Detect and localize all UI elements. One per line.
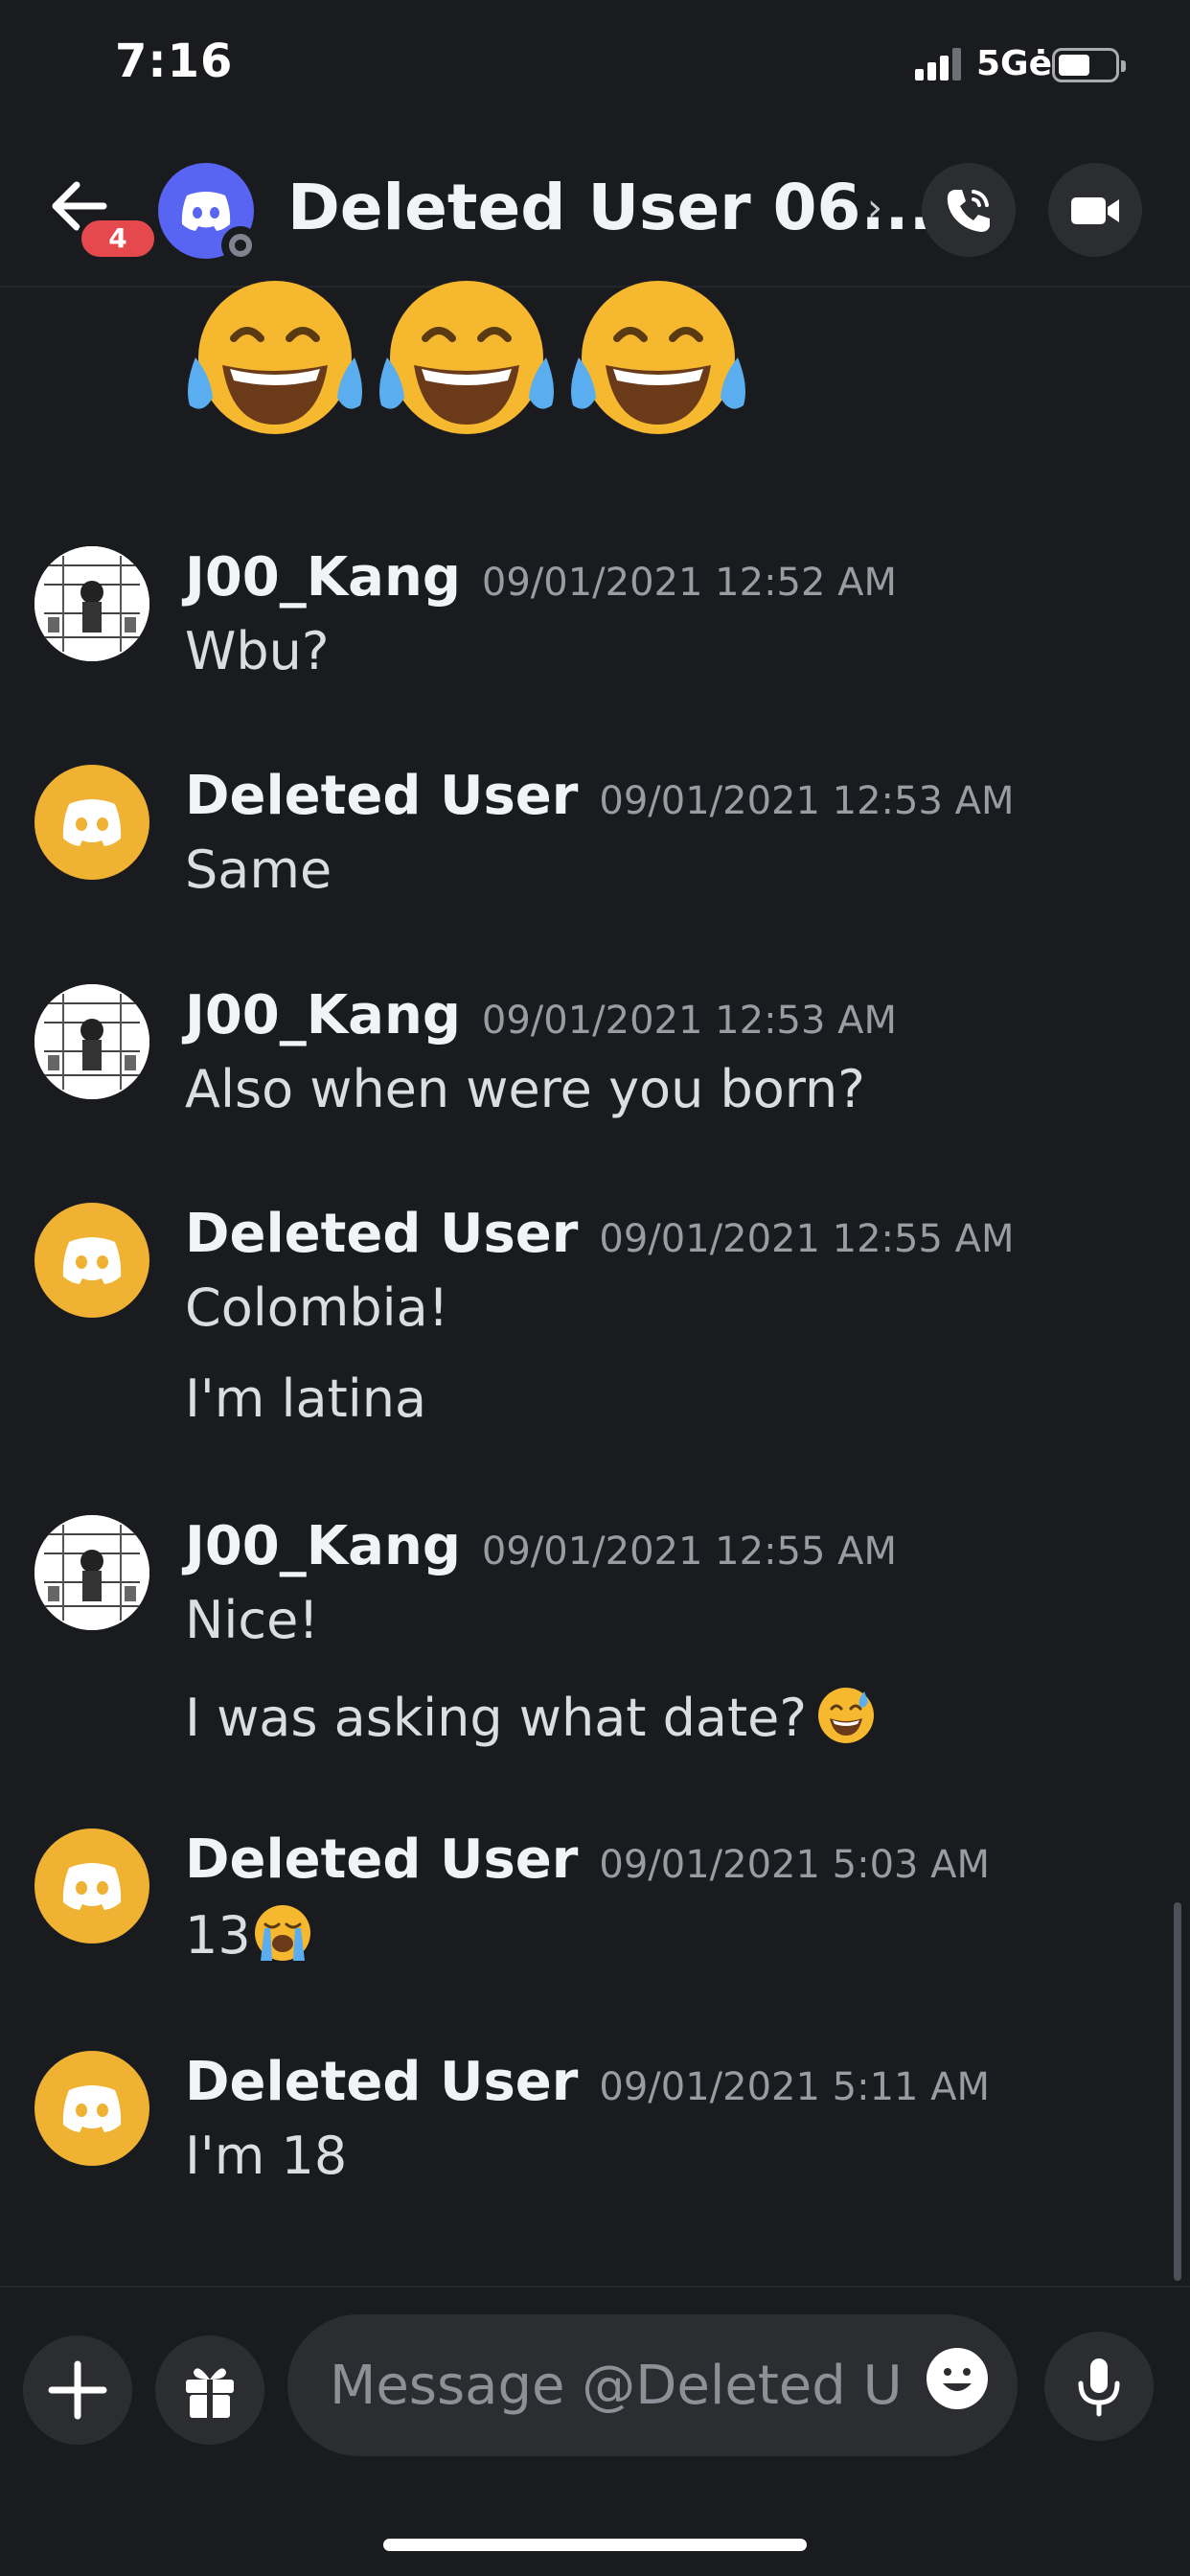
message-text: Wbu?	[185, 621, 330, 681]
message-text: Nice!	[185, 1590, 319, 1650]
message[interactable]: Deleted User 09/01/2021 5:03 AM 13	[0, 1828, 1190, 1982]
user-avatar[interactable]	[34, 1828, 149, 1944]
username[interactable]: Deleted User	[185, 1203, 578, 1265]
message-text: Colombia!	[185, 1277, 449, 1338]
network-label: 5Gė	[976, 44, 1053, 83]
manga-avatar-icon	[34, 1515, 149, 1630]
username[interactable]: J00_Kang	[185, 1515, 461, 1577]
manga-avatar-icon	[34, 546, 149, 661]
voice-message-button[interactable]	[1044, 2332, 1154, 2441]
username[interactable]: Deleted User	[185, 2051, 578, 2113]
call-button[interactable]	[922, 163, 1016, 257]
chat-title[interactable]: Deleted User 06...	[287, 171, 933, 244]
discord-logo-icon	[62, 1237, 122, 1284]
message-text: Also when were you born?	[185, 1059, 865, 1119]
tears-of-joy-emoji-icon	[379, 281, 554, 434]
scrollbar[interactable]	[1174, 1902, 1181, 2281]
discord-logo-icon	[62, 2085, 122, 2132]
discord-logo-icon	[62, 1863, 122, 1910]
discord-logo-icon	[62, 799, 122, 846]
manga-avatar-icon	[34, 984, 149, 1099]
user-avatar[interactable]	[34, 2051, 149, 2166]
message-text: Same	[185, 840, 332, 900]
unread-badge: 4	[77, 216, 159, 262]
microphone-icon	[1078, 2358, 1120, 2417]
message-header: Deleted User 09/01/2021 5:03 AM	[185, 1828, 990, 1891]
username[interactable]: Deleted User	[185, 765, 578, 827]
message-text: I'm 18	[185, 2126, 348, 2186]
gift-button[interactable]	[155, 2335, 264, 2445]
header-avatar[interactable]	[158, 163, 260, 264]
video-call-button[interactable]	[1048, 163, 1142, 257]
message[interactable]: Deleted User 09/01/2021 5:11 AM I'm 18	[0, 2051, 1190, 2204]
message-header: J00_Kang 09/01/2021 12:53 AM	[185, 984, 897, 1046]
dm-screen: 7:16 5Gė 4 Deleted User 06... › J00_Kang…	[0, 0, 1190, 2576]
message-header: Deleted User 09/01/2021 5:11 AM	[185, 2051, 990, 2113]
plus-icon	[48, 2360, 107, 2420]
user-avatar[interactable]	[34, 546, 149, 661]
message-header: J00_Kang 09/01/2021 12:55 AM	[185, 1515, 897, 1577]
user-avatar[interactable]	[34, 984, 149, 1099]
message[interactable]: Deleted User 09/01/2021 12:55 AM Colombia…	[0, 1203, 1190, 1442]
sweat-smile-emoji-icon	[818, 1688, 875, 1743]
username[interactable]: J00_Kang	[185, 546, 461, 609]
status-bar: 7:16 5Gė	[0, 0, 1190, 134]
timestamp: 09/01/2021 12:52 AM	[481, 561, 898, 605]
user-avatar[interactable]	[34, 1203, 149, 1318]
timestamp: 09/01/2021 12:55 AM	[599, 1217, 1015, 1261]
message[interactable]: Deleted User 09/01/2021 12:53 AM Same	[0, 765, 1190, 918]
chevron-right-icon[interactable]: ›	[867, 186, 882, 230]
battery-icon	[1052, 48, 1126, 82]
user-avatar[interactable]	[34, 765, 149, 880]
message-header: Deleted User 09/01/2021 12:53 AM	[185, 765, 1015, 827]
phone-icon	[947, 190, 990, 232]
username[interactable]: Deleted User	[185, 1828, 578, 1891]
message-composer	[0, 2286, 1190, 2477]
username[interactable]: J00_Kang	[185, 984, 461, 1046]
offline-status-icon	[221, 226, 260, 264]
chat-header: 4 Deleted User 06... ›	[0, 144, 1190, 288]
message-text-line: 13	[185, 1903, 314, 1966]
emoji-button[interactable]	[924, 2345, 991, 2412]
message-text: I was asking what date?	[185, 1688, 808, 1748]
message[interactable]: J00_Kang 09/01/2021 12:55 AM Nice! I was …	[0, 1515, 1190, 1764]
message-text: 13	[185, 1905, 251, 1966]
tears-of-joy-emoji-icon	[571, 281, 745, 434]
message[interactable]: J00_Kang 09/01/2021 12:53 AM Also when we…	[0, 984, 1190, 1138]
message-text: I'm latina	[185, 1368, 427, 1429]
message[interactable]: J00_Kang 09/01/2021 12:52 AM Wbu?	[0, 546, 1190, 700]
timestamp: 09/01/2021 12:55 AM	[481, 1530, 898, 1574]
video-camera-icon	[1071, 197, 1119, 224]
tears-of-joy-emoji-icon	[188, 281, 362, 434]
timestamp: 09/01/2021 5:11 AM	[599, 2065, 991, 2109]
signal-icon	[915, 48, 963, 80]
message-header: J00_Kang 09/01/2021 12:52 AM	[185, 546, 897, 609]
status-time: 7:16	[115, 34, 234, 88]
loudly-crying-emoji-icon	[254, 1905, 310, 1961]
timestamp: 09/01/2021 12:53 AM	[599, 779, 1015, 823]
add-attachment-button[interactable]	[23, 2335, 132, 2445]
big-emoji-row	[184, 281, 759, 448]
smiley-icon	[927, 2348, 988, 2409]
user-avatar[interactable]	[34, 1515, 149, 1630]
message-text-line: I was asking what date?	[185, 1686, 878, 1748]
home-indicator[interactable]	[383, 2539, 807, 2551]
timestamp: 09/01/2021 5:03 AM	[599, 1843, 991, 1887]
gift-icon	[186, 2368, 234, 2418]
timestamp: 09/01/2021 12:53 AM	[481, 999, 898, 1043]
message-input[interactable]	[287, 2314, 1018, 2456]
message-header: Deleted User 09/01/2021 12:55 AM	[185, 1203, 1015, 1265]
